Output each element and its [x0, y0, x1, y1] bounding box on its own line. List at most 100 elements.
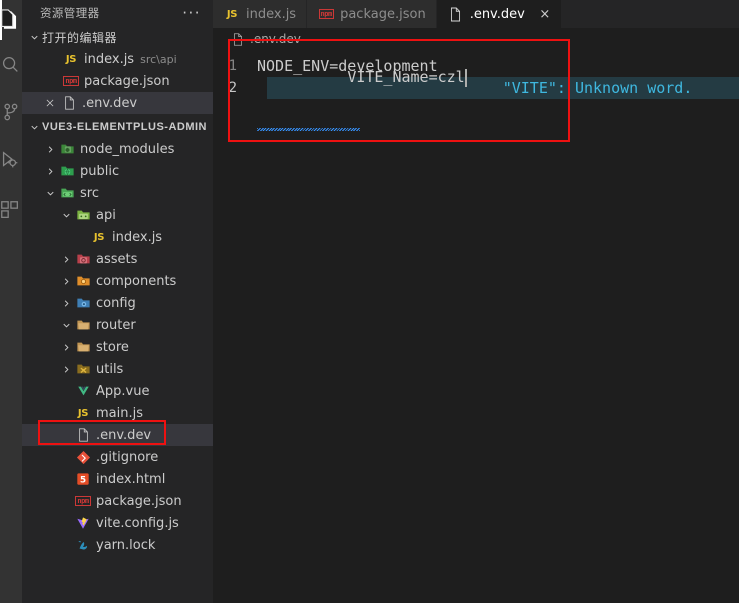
tab-bar-filler — [561, 0, 739, 28]
chevron-right-icon — [58, 342, 74, 353]
activity-bar-item-source-control[interactable] — [0, 92, 22, 132]
activity-bar-item-extensions[interactable] — [0, 190, 22, 230]
tree-item-main-js[interactable]: JS main.js — [22, 402, 213, 424]
close-icon[interactable] — [42, 95, 58, 111]
tree-item-assets[interactable]: assets — [22, 248, 213, 270]
activity-bar — [0, 0, 22, 603]
tree-item-label: main.js — [96, 405, 143, 421]
tree-item-label: store — [96, 339, 129, 355]
tree-item-label: router — [96, 317, 136, 333]
open-editor-item-package-json[interactable]: npm package.json — [22, 70, 213, 92]
tab-label: .env.dev — [469, 6, 525, 22]
tab-label: index.js — [246, 6, 297, 22]
file-icon — [60, 94, 78, 112]
code-line-2[interactable]: 2 VITE_Name=czl "VITE": Unknown word. — [213, 68, 739, 131]
file-icon — [74, 426, 92, 444]
tree-item-label: .env.dev — [96, 427, 152, 443]
folder-node-icon — [58, 140, 76, 158]
open-editor-item-env-dev[interactable]: .env.dev — [22, 92, 213, 114]
js-icon: JS — [93, 231, 105, 243]
tree-item-label: utils — [96, 361, 124, 377]
tree-item-label: App.vue — [96, 383, 150, 399]
tree-item-router[interactable]: router — [22, 314, 213, 336]
tree-item-label: index.html — [96, 471, 166, 487]
tree-item-label: public — [80, 163, 120, 179]
tree-item-node-modules[interactable]: node_modules — [22, 138, 213, 160]
npm-icon: npm — [75, 496, 91, 506]
js-icon: JS — [226, 8, 238, 20]
tab-label: package.json — [340, 6, 426, 22]
activity-bar-item-run-and-debug[interactable] — [0, 140, 22, 180]
tree-item-public[interactable]: public — [22, 160, 213, 182]
tree-item-yarn-lock[interactable]: yarn.lock — [22, 534, 213, 556]
source-control-icon — [0, 101, 21, 123]
folder-public-icon — [58, 162, 76, 180]
open-editor-label: .env.dev — [82, 95, 138, 111]
extensions-icon — [0, 199, 21, 221]
tree-item-env-dev[interactable]: .env.dev — [22, 424, 213, 446]
tree-item-index-js[interactable]: JS index.js — [22, 226, 213, 248]
js-icon: JS — [65, 53, 77, 65]
explorer-sidebar: 资源管理器 ··· 打开的编辑器 JS index.js src\api npm… — [22, 0, 213, 603]
chevron-down-icon — [26, 32, 42, 43]
chevron-right-icon — [58, 254, 74, 265]
chevron-right-icon — [58, 276, 74, 287]
file-icon — [229, 30, 247, 48]
open-editor-item-index-js[interactable]: JS index.js src\api — [22, 48, 213, 70]
search-icon — [0, 54, 21, 76]
editor-tab-bar: JS index.js npm package.json .env.dev × — [213, 0, 739, 28]
folder-utils-icon — [74, 360, 92, 378]
npm-icon: npm — [63, 76, 79, 86]
tree-item-store[interactable]: store — [22, 336, 213, 358]
tree-item-label: yarn.lock — [96, 537, 156, 553]
tab-index-js[interactable]: JS index.js — [213, 0, 308, 28]
tree-item-api[interactable]: api — [22, 204, 213, 226]
tree-item-label: vite.config.js — [96, 515, 179, 531]
file-icon — [447, 5, 465, 23]
vscode-window: 资源管理器 ··· 打开的编辑器 JS index.js src\api npm… — [0, 0, 739, 603]
tree-item-components[interactable]: components — [22, 270, 213, 292]
folder-src-icon — [58, 184, 76, 202]
tree-item-label: src — [80, 185, 99, 201]
tab-close-icon[interactable]: × — [539, 7, 551, 22]
workspace-name-label: VUE3-ELEMENTPLUS-ADMIN — [42, 121, 208, 133]
tab-package-json[interactable]: npm package.json — [307, 0, 437, 28]
folder-api-icon — [74, 206, 92, 224]
code-editor[interactable]: 1 NODE_ENV=development 2 VITE_Name=czl "… — [213, 55, 739, 131]
tree-item-utils[interactable]: utils — [22, 358, 213, 380]
sidebar-more-actions-button[interactable]: ··· — [182, 0, 201, 26]
html-icon: 5 — [74, 470, 92, 488]
tree-item-label: assets — [96, 251, 138, 267]
tree-item-index-html[interactable]: 5 index.html — [22, 468, 213, 490]
tree-item-config[interactable]: config — [22, 292, 213, 314]
tab-env-dev[interactable]: .env.dev × — [436, 0, 562, 28]
spell-error-squiggle — [257, 128, 360, 131]
chevron-right-icon — [42, 144, 58, 155]
files-icon — [0, 9, 21, 31]
chevron-down-icon — [58, 210, 74, 221]
folder-config-icon — [74, 294, 92, 312]
open-editors-section-header[interactable]: 打开的编辑器 — [22, 26, 213, 48]
folder-components-icon — [74, 272, 92, 290]
tree-item-app-vue[interactable]: App.vue — [22, 380, 213, 402]
open-editors-label: 打开的编辑器 — [42, 30, 118, 45]
tree-item-label: package.json — [96, 493, 182, 509]
sidebar-title-bar: 资源管理器 ··· — [22, 0, 213, 26]
yarn-icon — [74, 536, 92, 554]
svg-text:5: 5 — [80, 476, 86, 486]
chevron-right-icon — [42, 166, 58, 177]
open-editor-label: index.js — [84, 51, 135, 67]
tree-item-label: api — [96, 207, 116, 223]
tree-item-vite-config-js[interactable]: vite.config.js — [22, 512, 213, 534]
tree-item-label: components — [96, 273, 177, 289]
tree-item-gitignore[interactable]: .gitignore — [22, 446, 213, 468]
line-number: 2 — [228, 80, 237, 96]
open-editor-label: package.json — [84, 73, 170, 89]
activity-bar-item-explorer[interactable] — [0, 0, 22, 40]
line-number: 1 — [228, 58, 237, 74]
workspace-section-header[interactable]: VUE3-ELEMENTPLUS-ADMIN — [22, 116, 213, 138]
tree-item-package-json[interactable]: npm package.json — [22, 490, 213, 512]
activity-bar-item-search[interactable] — [0, 45, 22, 85]
chevron-right-icon — [58, 364, 74, 375]
tree-item-src[interactable]: src — [22, 182, 213, 204]
